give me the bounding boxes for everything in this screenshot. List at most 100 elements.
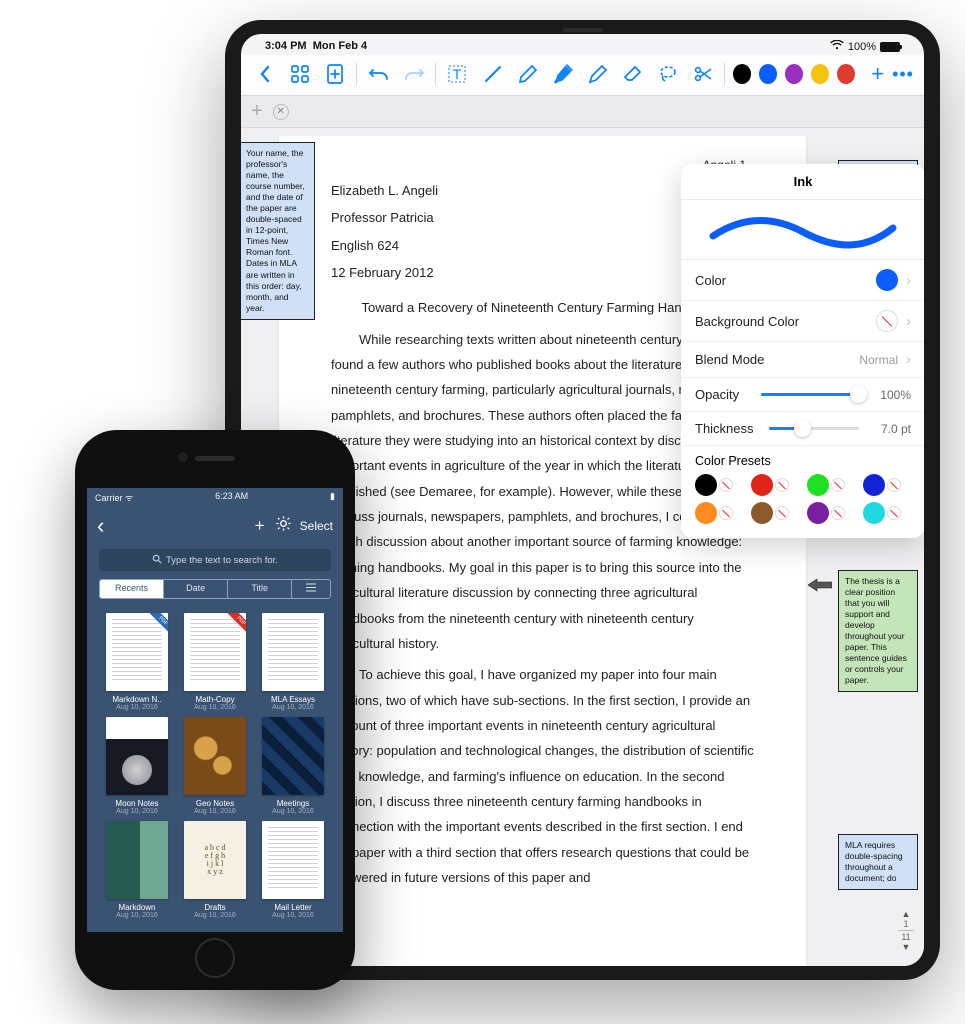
add-page-icon[interactable] — [321, 59, 348, 89]
select-button[interactable]: Select — [300, 519, 333, 533]
line-tool-icon[interactable] — [479, 59, 506, 89]
current-page: 1 — [896, 919, 916, 929]
scissors-tool-icon[interactable] — [689, 59, 716, 89]
ink-popover: Ink Color › Background Color › Blend Mod… — [681, 164, 924, 538]
ink-color-row[interactable]: Color › — [681, 260, 924, 301]
doc-name: MLA Essays — [271, 695, 315, 704]
document-item[interactable]: PDFMarkdown N..Aug 10, 2016 — [101, 613, 173, 711]
document-item[interactable]: MarkdownAug 10, 2016 — [101, 821, 173, 919]
documents-grid[interactable]: PDFMarkdown N..Aug 10, 2016PDFMath-CopyA… — [87, 609, 343, 932]
doc-name: Markdown — [119, 903, 156, 912]
add-button[interactable]: + — [248, 516, 272, 536]
palette-color-yellow[interactable] — [811, 64, 829, 84]
doc-date: Aug 10, 2016 — [194, 912, 236, 919]
toolbar-add-button[interactable]: + — [871, 61, 884, 87]
new-tab-button[interactable]: + — [251, 100, 263, 123]
seg-list-icon[interactable] — [292, 580, 330, 598]
wifi-icon — [830, 40, 844, 53]
chevron-right-icon: › — [906, 272, 911, 289]
document-item[interactable]: Moon NotesAug 10, 2016 — [101, 717, 173, 815]
preset-swatch[interactable] — [863, 502, 911, 524]
eraser-tool-icon[interactable] — [619, 59, 646, 89]
lasso-tool-icon[interactable] — [654, 59, 681, 89]
opacity-slider[interactable] — [761, 393, 859, 396]
iphone-status-bar: Carrier ᯤ 6:23 AM ▮ — [87, 488, 343, 507]
page-indicator[interactable]: ▲ 1 11 ▼ — [896, 909, 916, 952]
preset-swatch[interactable] — [807, 502, 855, 524]
doc-name: Meetings — [277, 799, 309, 808]
home-button[interactable] — [195, 938, 235, 978]
doc-name: Geo Notes — [196, 799, 234, 808]
settings-icon[interactable] — [272, 515, 296, 537]
preset-swatch[interactable] — [695, 502, 743, 524]
document-item[interactable]: Mail LetterAug 10, 2016 — [257, 821, 329, 919]
no-color-swatch — [876, 310, 898, 332]
ink-preview — [681, 200, 924, 260]
doc-date: Aug 10, 2016 — [116, 808, 158, 815]
battery-icon — [880, 42, 900, 52]
back-button[interactable] — [251, 59, 278, 89]
popover-title: Ink — [681, 164, 924, 200]
doc-date: Aug 10, 2016 — [272, 704, 314, 711]
toolbar-more-button[interactable]: ••• — [892, 64, 914, 85]
page-down-icon[interactable]: ▼ — [896, 942, 916, 952]
margin-note-1[interactable]: Your name, the professor's name, the cou… — [241, 142, 315, 320]
document-item[interactable]: Geo NotesAug 10, 2016 — [179, 717, 251, 815]
text-tool-icon[interactable]: T — [444, 59, 471, 89]
pencil-tool-icon[interactable] — [514, 59, 541, 89]
total-pages: 11 — [896, 932, 916, 942]
ink-opacity-row[interactable]: Opacity 100% — [681, 378, 924, 412]
doc-date: Aug 10, 2016 — [116, 704, 158, 711]
seg-title[interactable]: Title — [228, 580, 292, 598]
presets-title: Color Presets — [681, 446, 924, 472]
ink-thickness-row[interactable]: Thickness 7.0 pt — [681, 412, 924, 446]
search-placeholder: Type the text to search for. — [166, 555, 278, 566]
ink-blend-row[interactable]: Blend Mode Normal › — [681, 342, 924, 378]
margin-note-5[interactable]: The thesis is a clear position that you … — [838, 570, 918, 692]
undo-icon[interactable] — [365, 59, 392, 89]
margin-note-6[interactable]: MLA requires double-spacing throughout a… — [838, 834, 918, 890]
seg-date[interactable]: Date — [164, 580, 228, 598]
preset-swatch[interactable] — [807, 474, 855, 496]
brush-tool-icon[interactable] — [584, 59, 611, 89]
palette-color-black[interactable] — [733, 64, 751, 84]
document-item[interactable]: MLA EssaysAug 10, 2016 — [257, 613, 329, 711]
iphone-device: Carrier ᯤ 6:23 AM ▮ ‹ + Select Type the … — [75, 430, 355, 990]
iphone-nav: ‹ + Select — [87, 507, 343, 545]
thickness-slider[interactable] — [769, 427, 859, 430]
preset-swatch[interactable] — [863, 474, 911, 496]
doc-date: Aug 10, 2016 — [194, 808, 236, 815]
sort-segment: Recents Date Title — [99, 579, 331, 599]
preset-swatch[interactable] — [695, 474, 743, 496]
doc-date: Aug 10, 2016 — [272, 912, 314, 919]
document-item[interactable]: PDFMath-CopyAug 10, 2016 — [179, 613, 251, 711]
tab-bar: + ✕ — [241, 96, 924, 128]
page-up-icon[interactable]: ▲ — [896, 909, 916, 919]
preset-swatch[interactable] — [751, 474, 799, 496]
close-tab-button[interactable]: ✕ — [273, 104, 289, 120]
palette-color-blue[interactable] — [759, 64, 777, 84]
doc-name: Moon Notes — [115, 799, 158, 808]
chevron-right-icon: › — [906, 351, 911, 368]
iphone-speaker — [195, 456, 235, 461]
search-icon — [152, 554, 162, 567]
status-date: Mon Feb 4 — [313, 40, 367, 52]
doc-name: Markdown N.. — [112, 695, 161, 704]
arrow-icon — [808, 578, 832, 592]
palette-color-purple[interactable] — [785, 64, 803, 84]
document-item[interactable]: MeetingsAug 10, 2016 — [257, 717, 329, 815]
doc-date: Aug 10, 2016 — [194, 704, 236, 711]
redo-icon[interactable] — [400, 59, 427, 89]
palette-color-red[interactable] — [837, 64, 855, 84]
ink-bg-row[interactable]: Background Color › — [681, 301, 924, 342]
apps-icon[interactable] — [286, 59, 313, 89]
svg-text:T: T — [453, 66, 462, 82]
ipad-camera — [563, 28, 603, 32]
presets-grid — [681, 472, 924, 538]
highlighter-tool-icon[interactable] — [549, 59, 576, 89]
seg-recents[interactable]: Recents — [100, 580, 164, 598]
preset-swatch[interactable] — [751, 502, 799, 524]
back-button[interactable]: ‹ — [97, 513, 104, 539]
search-field[interactable]: Type the text to search for. — [99, 549, 331, 571]
document-item[interactable]: a b c de f g hi j k lx y zDraftsAug 10, … — [179, 821, 251, 919]
